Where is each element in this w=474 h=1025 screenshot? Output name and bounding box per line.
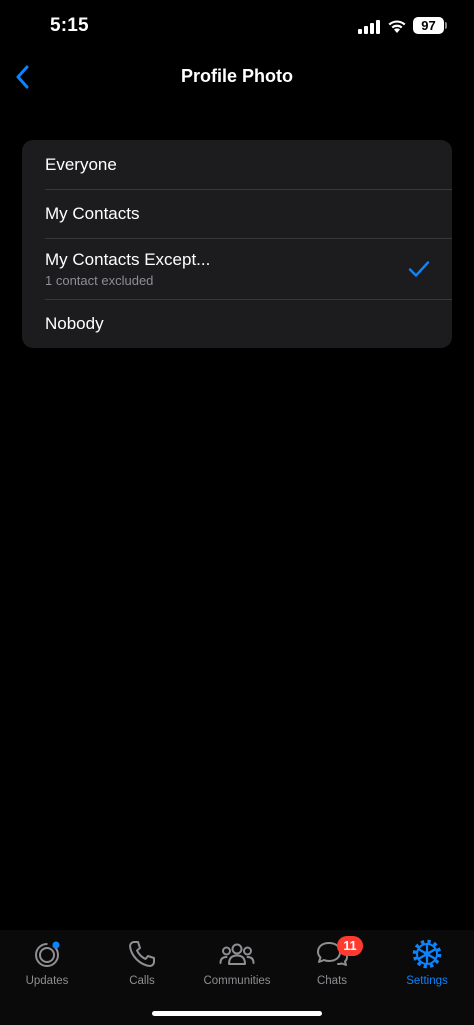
updates-icon (35, 941, 60, 967)
wifi-icon (388, 20, 406, 33)
tab-label: Communities (203, 975, 271, 987)
checkmark-icon (408, 260, 430, 277)
navigation-bar: Profile Photo (0, 54, 474, 98)
settings-gear-icon (412, 939, 442, 969)
tab-label: Chats (316, 975, 348, 987)
unread-badge: 11 (337, 936, 363, 956)
tab-label: Updates (25, 975, 69, 987)
page-title: Profile Photo (181, 66, 293, 86)
status-bar: 5:15 97 (0, 0, 474, 54)
option-subtitle: 1 contact excluded (45, 272, 154, 288)
tab-label: Settings (406, 975, 448, 987)
option-label: My Contacts (45, 203, 140, 223)
privacy-options-list: Everyone My Contacts My Contacts Except.… (22, 140, 452, 348)
option-nobody[interactable]: Nobody (22, 299, 452, 348)
tab-label: Calls (129, 975, 155, 987)
option-label: Nobody (45, 313, 104, 333)
status-time: 5:15 (50, 15, 89, 36)
battery-indicator: 97 (413, 17, 444, 34)
tab-calls[interactable]: Calls (95, 938, 189, 998)
option-my-contacts[interactable]: My Contacts (22, 189, 452, 238)
battery-level: 97 (421, 18, 436, 33)
home-indicator (152, 1011, 322, 1016)
option-my-contacts-except[interactable]: My Contacts Except... 1 contact excluded (22, 238, 452, 299)
tab-chats[interactable]: Chats 11 (285, 936, 379, 998)
option-label: Everyone (45, 154, 117, 174)
battery-tip (445, 22, 447, 29)
tab-updates[interactable]: Updates (0, 938, 94, 998)
communities-icon (219, 943, 255, 965)
tab-settings[interactable]: Settings (380, 938, 474, 998)
tab-communities[interactable]: Communities (190, 938, 284, 998)
phone-icon (129, 941, 155, 967)
option-label: My Contacts Except... (45, 249, 211, 269)
cellular-signal-icon (358, 20, 380, 34)
option-everyone[interactable]: Everyone (22, 140, 452, 189)
